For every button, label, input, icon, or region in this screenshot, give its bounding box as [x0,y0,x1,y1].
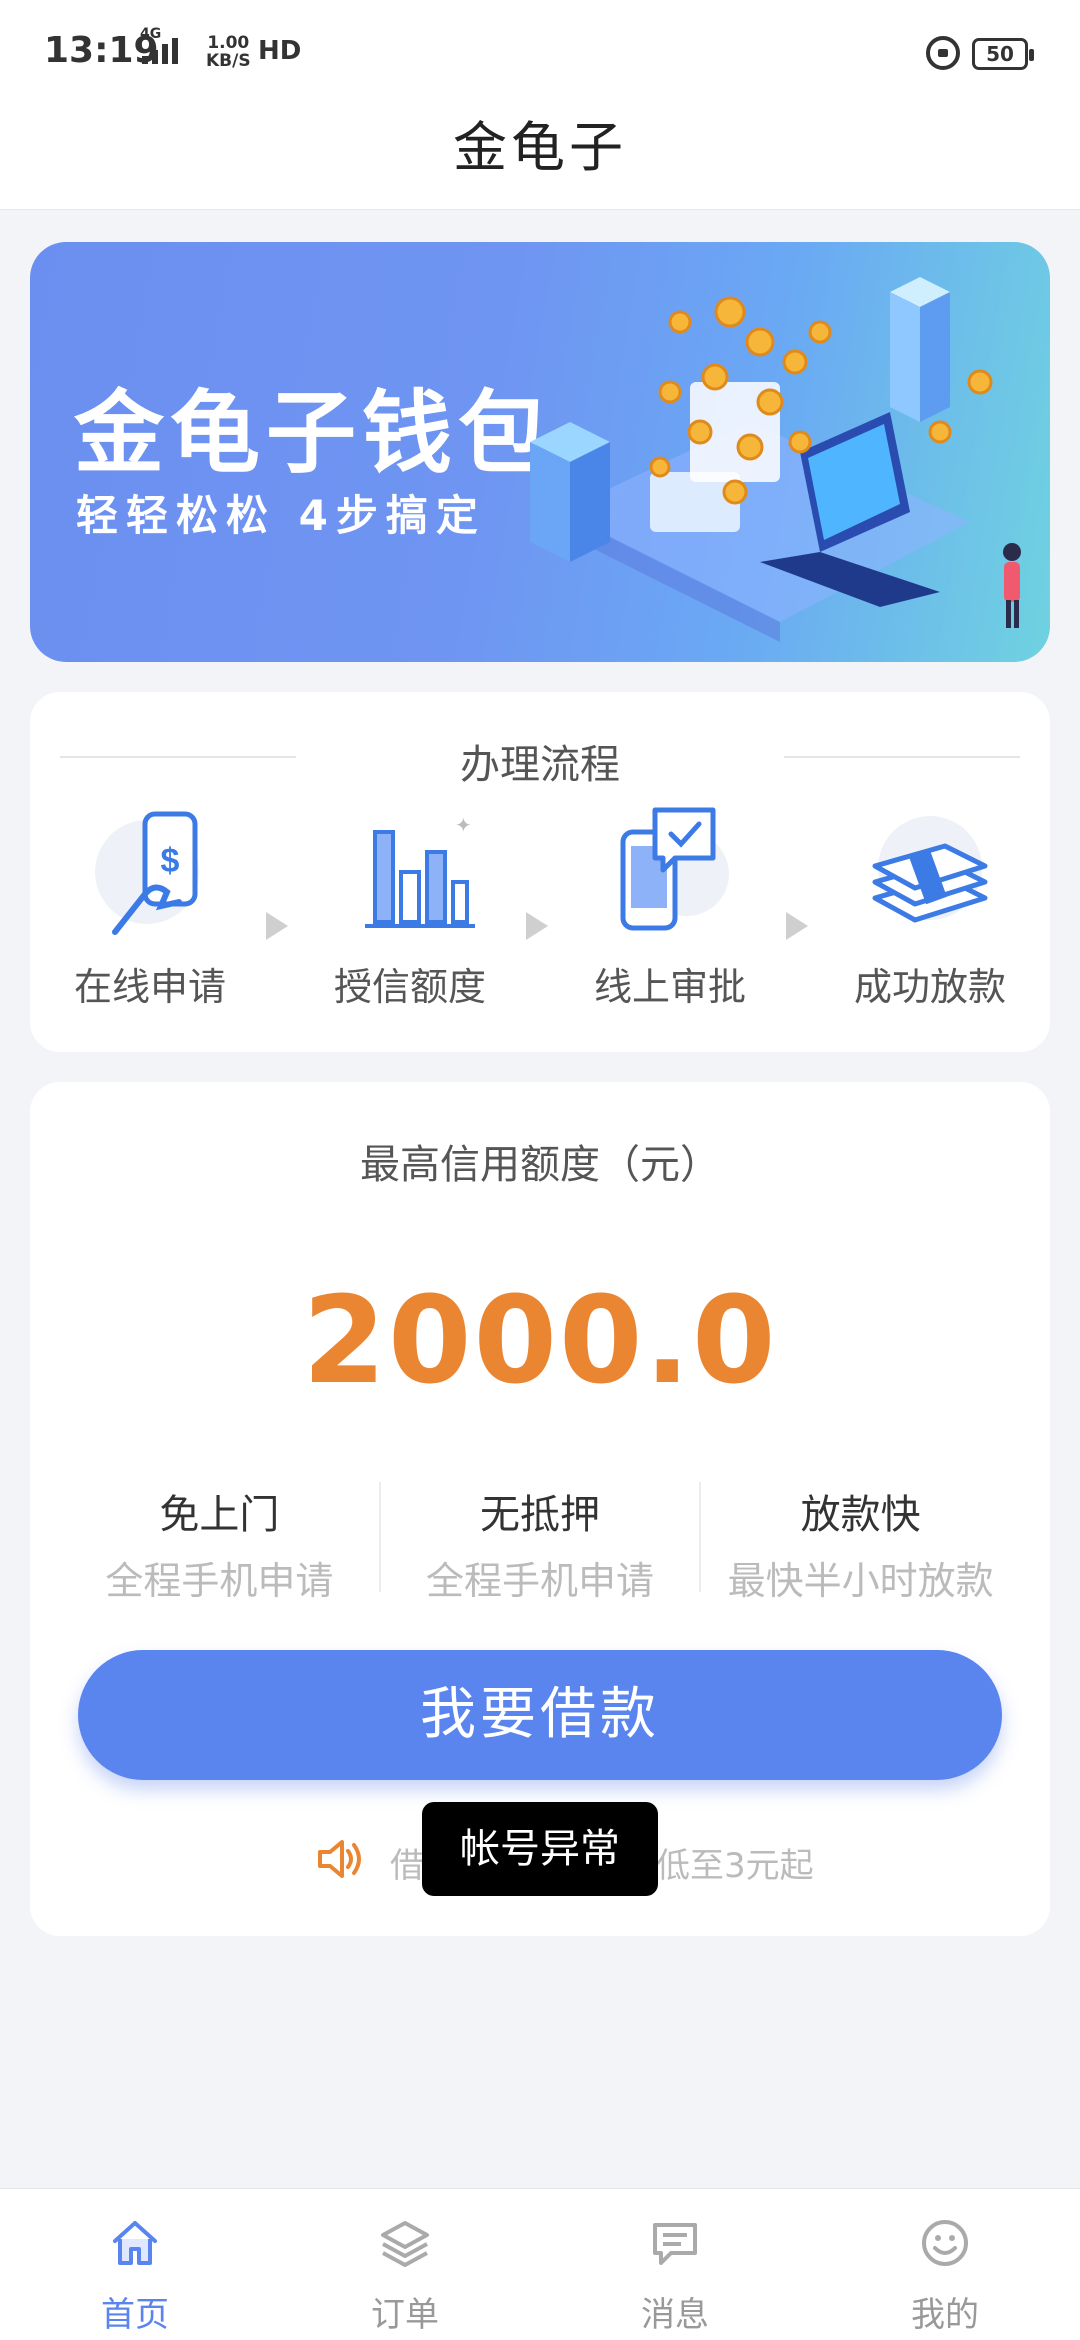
process-title: 办理流程 [460,742,620,788]
cash-stack-icon [872,816,988,923]
nav-label: 订单 [371,2295,439,2335]
step-loan-success: 成功放款 [840,802,1020,1011]
page-title: 金龟子 [453,116,627,179]
toast-message: 帐号异常 [422,1802,658,1896]
feature-list: 免上门 全程手机申请 无抵押 全程手机申请 放款快 最快半小时放款 [60,1482,1020,1603]
battery-icon: 50 [972,38,1034,70]
feature-item: 放款快 最快半小时放款 [699,1482,1020,1603]
signal-icon [142,38,178,64]
network-speed: 1.00 KB/S [206,34,251,70]
feature-desc: 最快半小时放款 [727,1559,994,1603]
feature-desc: 全程手机申请 [105,1559,334,1603]
banner-title: 金龟子钱包 [74,381,554,486]
bottom-nav: 首页 订单 消息 我的 [0,2188,1080,2340]
message-icon [653,2223,697,2265]
step-label: 在线申请 [73,965,226,1009]
step-label: 成功放款 [853,965,1006,1009]
banner-subtitle: 轻轻松松 4步搞定 [76,491,486,540]
notice-text-prefix: 借 [390,1846,424,1886]
hd-icon: HD [258,36,302,66]
phone-check-icon [620,807,729,931]
nav-label: 我的 [911,2295,979,2335]
nav-label: 消息 [641,2295,709,2335]
notice-text-suffix: 低至3元起 [656,1846,814,1886]
process-card: 办理流程 $ 在线申请 ✦ 授信额度 线上审批 成功放款 [30,692,1050,1052]
feature-title: 无抵押 [480,1492,600,1538]
feature-item: 无抵押 全程手机申请 [378,1482,700,1603]
app-bar: 金龟子 [0,100,1080,210]
borrow-button[interactable]: 我要借款 [78,1650,1002,1780]
network-speed-value: 1.00 [207,33,250,53]
nav-label: 首页 [101,2295,169,2335]
bar-chart-icon: ✦ [365,813,475,928]
banner-illustration [530,277,1021,642]
feature-title: 放款快 [800,1492,921,1538]
credit-limit-amount: 2000.0 [302,1272,778,1411]
credit-limit-label: 最高信用额度（元） [360,1142,720,1188]
nav-item-messages[interactable]: 消息 [540,2189,810,2340]
step-label: 线上审批 [593,965,746,1009]
home-icon [113,2221,157,2265]
feature-desc: 全程手机申请 [426,1559,655,1603]
step-online-approval: 线上审批 [580,802,760,1011]
step-credit-limit: ✦ 授信额度 [320,802,500,1011]
hand-phone-dollar-icon: $ [95,811,199,935]
step-arrow-icon [786,912,808,940]
rotation-lock-icon [926,36,960,70]
nav-item-profile[interactable]: 我的 [810,2189,1080,2340]
feature-item: 免上门 全程手机申请 [60,1482,379,1603]
speaker-icon [318,1840,361,1878]
svg-text:$: $ [161,842,180,880]
step-arrow-icon [266,912,288,940]
smile-icon [922,2220,968,2266]
feature-title: 免上门 [159,1492,280,1538]
status-bar: 13:19 4G 1.00 KB/S HD 50 [0,0,1080,100]
step-arrow-icon [526,912,548,940]
layers-icon [381,2221,429,2267]
nav-item-orders[interactable]: 订单 [270,2189,540,2340]
svg-text:✦: ✦ [455,813,472,837]
step-apply-online: $ 在线申请 [60,802,240,1011]
promo-banner[interactable]: 金龟子钱包 轻轻松松 4步搞定 [30,242,1050,662]
step-label: 授信额度 [333,965,486,1009]
network-speed-unit: KB/S [206,51,251,71]
nav-item-home[interactable]: 首页 [0,2189,270,2340]
